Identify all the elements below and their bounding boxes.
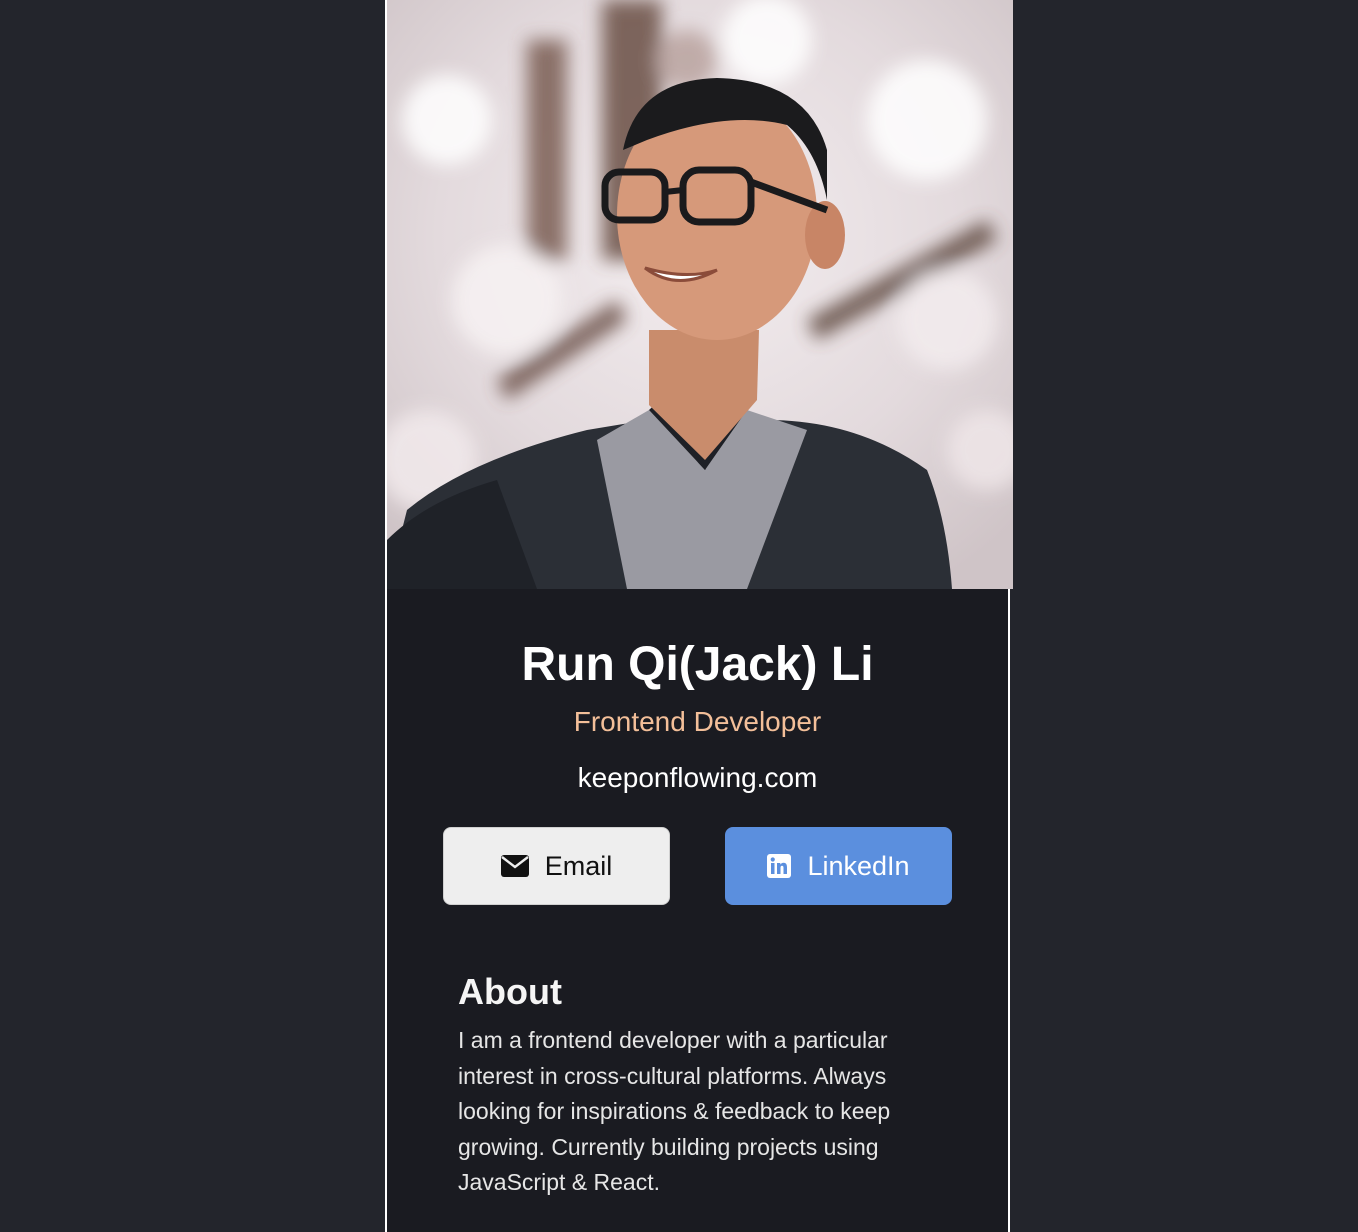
linkedin-button-label: LinkedIn [807, 850, 910, 881]
about-heading: About [458, 971, 562, 1012]
linkedin-button[interactable]: LinkedIn [725, 827, 952, 905]
email-button-label: Email [544, 850, 613, 881]
profile-name: Run Qi(Jack) Li [521, 638, 874, 691]
email-button[interactable]: Email [443, 827, 670, 905]
website-link[interactable]: keeponflowing.com [387, 761, 1008, 795]
about-text: I am a frontend developer with a particu… [458, 1027, 891, 1195]
profile-role: Frontend Developer [573, 706, 822, 737]
page: Run Qi(Jack) Li Frontend Developer keepo… [0, 0, 1358, 1232]
about-section: About I am a frontend developer with a p… [458, 969, 958, 1201]
linkedin-icon [767, 854, 792, 878]
envelope-icon [500, 855, 529, 877]
profile-photo [387, 0, 1013, 589]
